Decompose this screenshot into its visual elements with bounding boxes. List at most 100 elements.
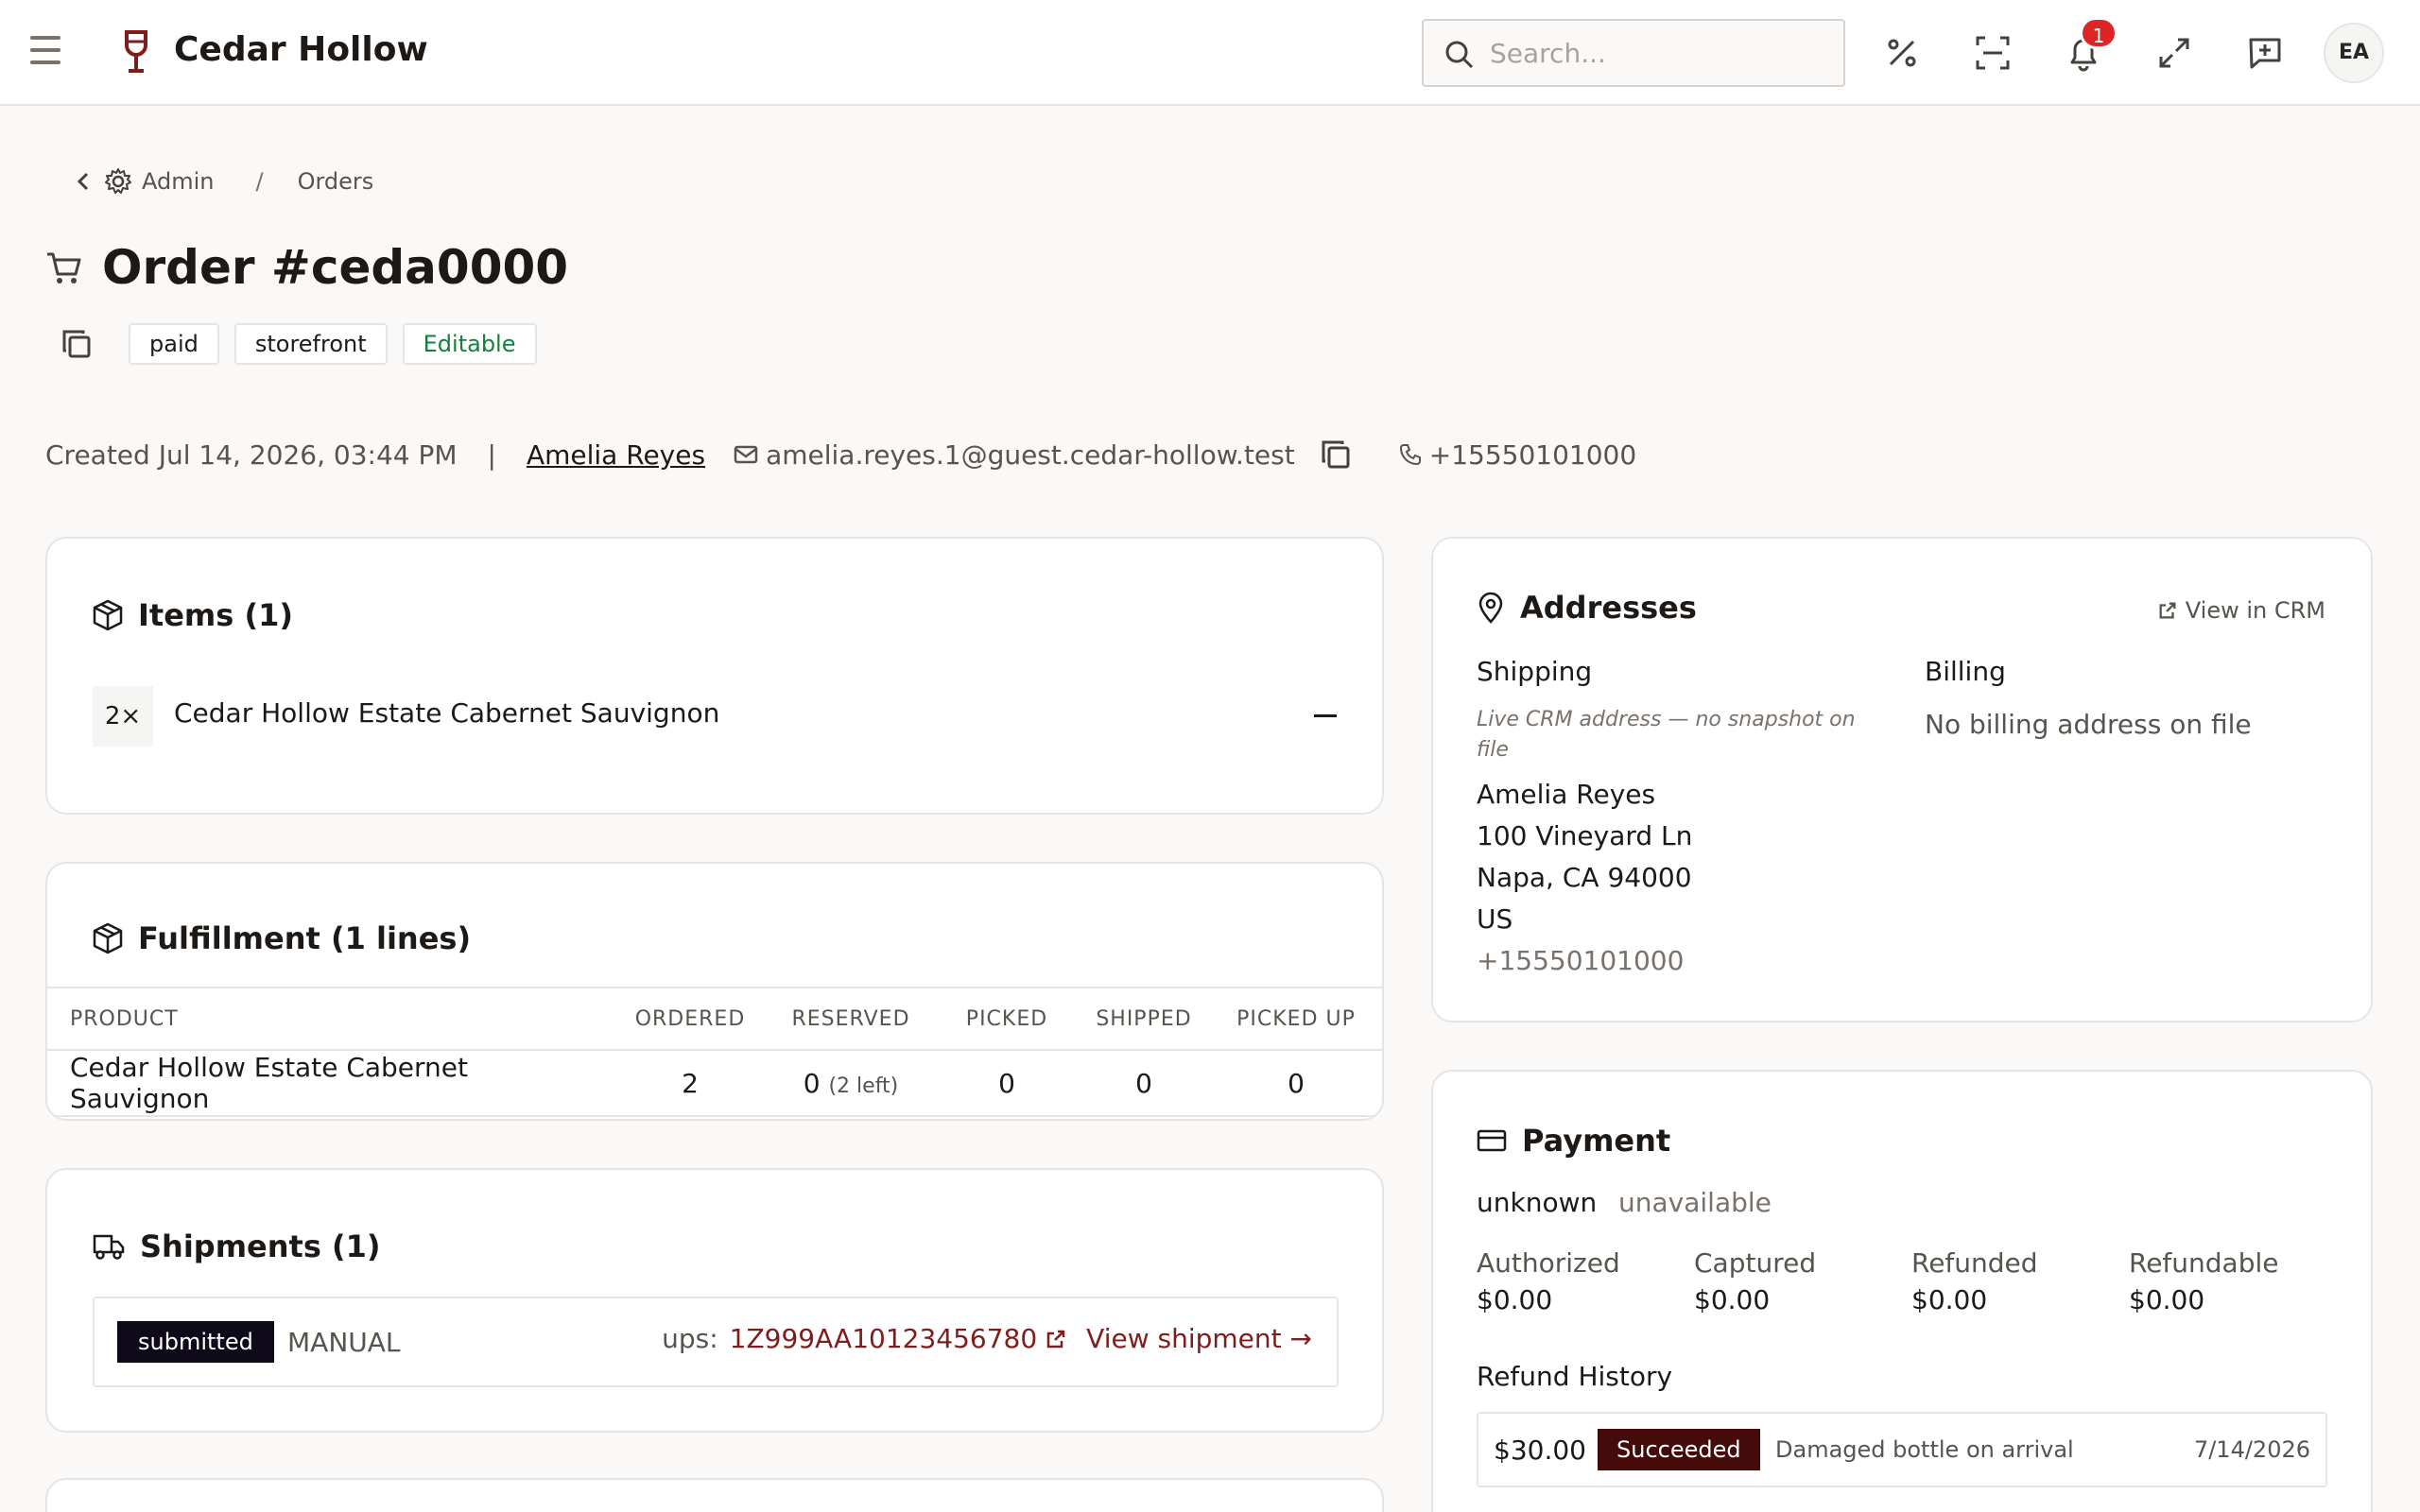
metric-value: $0.00 <box>1911 1284 1988 1315</box>
avatar[interactable]: EA <box>2324 23 2384 83</box>
items-card: Items (1) 2× Cedar Hollow Estate Caberne… <box>45 537 1384 815</box>
copy-email-icon[interactable] <box>1320 438 1352 471</box>
shipments-card-title: Shipments (1) <box>93 1228 381 1264</box>
truck-icon <box>93 1234 125 1260</box>
feedback-icon[interactable] <box>2246 34 2284 72</box>
external-link-icon[interactable] <box>1045 1328 1067 1350</box>
copy-icon <box>62 330 91 358</box>
refund-reason: Damaged bottle on arrival <box>1775 1436 2074 1463</box>
collapse-icon[interactable] <box>1314 705 1337 728</box>
cell-ordered: 2 <box>614 1050 766 1117</box>
breadcrumb-admin[interactable]: Admin <box>74 167 215 196</box>
breadcrumb: Admin / Orders <box>74 164 373 198</box>
gear-icon <box>105 168 131 194</box>
phone-icon <box>1399 444 1421 466</box>
shipping-name: Amelia Reyes <box>1477 779 1656 810</box>
top-bar: Cedar Hollow 1 EA <box>0 0 2420 106</box>
table-row: Cedar Hollow Estate Cabernet Sauvignon 2… <box>47 1050 1382 1117</box>
search-input[interactable] <box>1490 32 1830 74</box>
cell-shipped: 0 <box>1078 1050 1210 1117</box>
refundable-metric: Refundable $0.00 <box>2129 1247 2278 1315</box>
shipping-country: US <box>1477 903 1513 935</box>
column-header: SHIPPED <box>1078 987 1210 1051</box>
breadcrumb-separator: / <box>255 168 264 195</box>
created-date: Created Jul 14, 2026, 03:44 PM <box>45 438 458 471</box>
view-shipment-link[interactable]: View shipment → <box>1086 1323 1312 1354</box>
customer-link[interactable]: Amelia Reyes <box>527 439 705 471</box>
customer-email-text: amelia.reyes.1@guest.cedar-hollow.test <box>766 438 1295 471</box>
refund-date: 7/14/2026 <box>2193 1436 2310 1463</box>
package-icon <box>93 922 123 954</box>
captured-metric: Captured $0.00 <box>1694 1247 1816 1315</box>
view-in-crm-label: View in CRM <box>2185 597 2325 624</box>
fulfillment-card-title: Fulfillment (1 lines) <box>93 920 471 956</box>
cell-product: Cedar Hollow Estate Cabernet Sauvignon <box>47 1050 614 1117</box>
shipping-street: 100 Vineyard Ln <box>1477 820 1693 851</box>
column-header: PICKED <box>936 987 1078 1051</box>
external-link-icon <box>2159 602 2176 619</box>
credit-card-icon <box>1477 1129 1507 1152</box>
customer-email: amelia.reyes.1@guest.cedar-hollow.test <box>734 438 1352 471</box>
payment-state: unavailable <box>1618 1187 1772 1218</box>
order-badges: paid storefront Editable <box>60 323 552 365</box>
payment-card-title: Payment <box>1477 1123 1670 1159</box>
shipping-phone: +15550101000 <box>1477 945 1685 976</box>
expand-icon[interactable] <box>2155 34 2193 72</box>
payment-card: Payment unknown unavailable Authorized $… <box>1431 1070 2373 1512</box>
scan-icon[interactable] <box>1974 34 2012 72</box>
cell-reserved: 0 (2 left) <box>766 1050 936 1117</box>
metric-label: Refundable <box>2129 1247 2279 1279</box>
refund-amount: $30.00 <box>1494 1435 1586 1466</box>
table-header-row: PRODUCT ORDERED RESERVED PICKED SHIPPED … <box>47 987 1382 1051</box>
addresses-title: Addresses <box>1520 590 1697 626</box>
tracking-link[interactable]: 1Z999AA10123456780 <box>730 1323 1038 1354</box>
fulfillment-table: PRODUCT ORDERED RESERVED PICKED SHIPPED … <box>47 987 1382 1117</box>
cell-picked-up: 0 <box>1210 1050 1382 1117</box>
breadcrumb-orders[interactable]: Orders <box>298 168 374 195</box>
billing-title: Billing <box>1925 656 2006 687</box>
refund-status-badge: Succeeded <box>1598 1429 1760 1470</box>
cart-icon <box>47 252 81 284</box>
addresses-card: Addresses View in CRM Shipping Billing L… <box>1431 537 2373 1022</box>
metric-label: Refunded <box>1911 1247 2038 1279</box>
percent-icon[interactable] <box>1883 34 1921 72</box>
package-icon <box>93 599 123 631</box>
view-in-crm-link[interactable]: View in CRM <box>2157 597 2325 624</box>
menu-icon[interactable] <box>30 36 68 70</box>
next-card <box>45 1478 1384 1512</box>
notification-badge: 1 <box>2080 17 2118 49</box>
reserved-note: (2 left) <box>828 1074 899 1098</box>
authorized-metric: Authorized $0.00 <box>1477 1247 1620 1315</box>
column-header: PICKED UP <box>1210 987 1382 1051</box>
refund-row: $30.00 Succeeded Damaged bottle on arriv… <box>1477 1412 2327 1487</box>
shipment-row: submitted MANUAL ups: 1Z999AA10123456780… <box>93 1297 1339 1387</box>
brand-name[interactable]: Cedar Hollow <box>174 30 428 69</box>
map-pin-icon <box>1478 592 1503 624</box>
page-title: Order #ceda0000 <box>102 240 569 295</box>
column-header: PRODUCT <box>47 987 614 1051</box>
shipment-status-badge: submitted <box>117 1321 274 1363</box>
shipment-method: MANUAL <box>287 1327 401 1358</box>
shipping-city: Napa, CA 94000 <box>1477 862 1692 893</box>
addresses-card-title: Addresses <box>1477 590 1697 626</box>
column-header: ORDERED <box>614 987 766 1051</box>
fulfillment-card: Fulfillment (1 lines) PRODUCT ORDERED RE… <box>45 862 1384 1121</box>
item-name: Cedar Hollow Estate Cabernet Sauvignon <box>174 697 720 729</box>
editable-badge: Editable <box>402 323 537 365</box>
metric-label: Captured <box>1694 1247 1817 1279</box>
fulfillment-title: Fulfillment (1 lines) <box>138 920 472 956</box>
copy-order-id-button[interactable] <box>60 323 98 365</box>
page-title-row: Order #ceda0000 <box>45 240 568 295</box>
order-meta: Created Jul 14, 2026, 03:44 PM | Amelia … <box>45 438 1636 471</box>
search-box[interactable] <box>1422 19 1845 87</box>
mail-icon <box>734 445 758 464</box>
channel-badge: storefront <box>233 323 388 365</box>
item-quantity: 2× <box>93 686 153 747</box>
wine-glass-icon <box>125 30 147 73</box>
shipments-card: Shipments (1) submitted MANUAL ups: 1Z99… <box>45 1168 1384 1433</box>
payment-title: Payment <box>1522 1123 1671 1159</box>
customer-phone: +15550101000 <box>1399 439 1636 471</box>
shipment-tracking: ups: 1Z999AA10123456780 View shipment → <box>662 1323 1312 1354</box>
metric-value: $0.00 <box>1694 1284 1771 1315</box>
metric-value: $0.00 <box>1477 1284 1553 1315</box>
